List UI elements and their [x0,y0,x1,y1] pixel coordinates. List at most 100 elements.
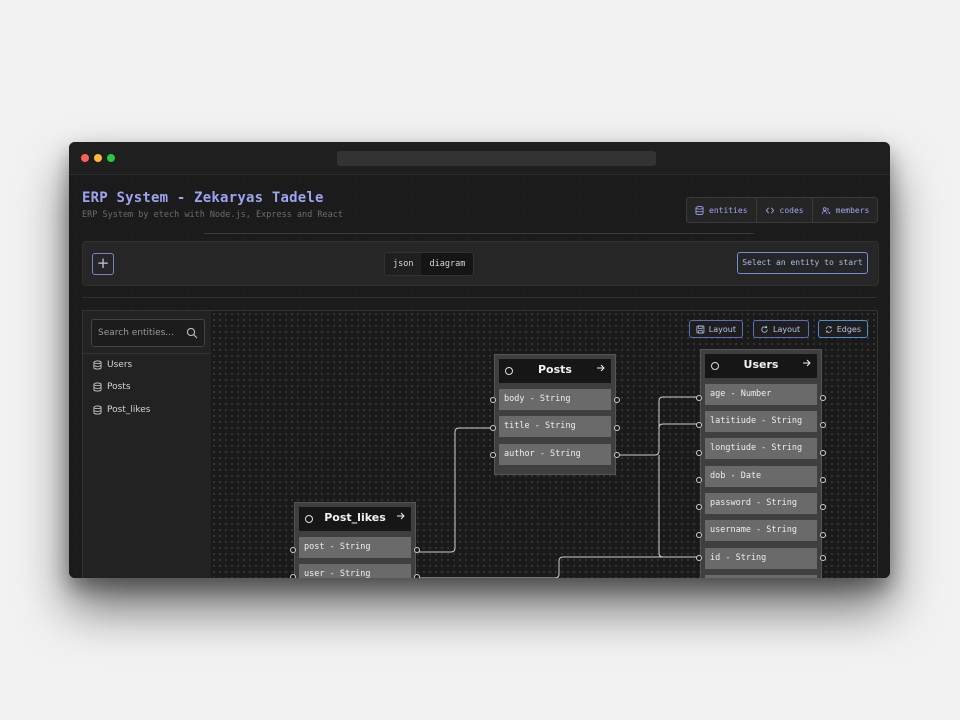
address-bar[interactable] [337,151,656,166]
field-row[interactable]: age - Number [705,384,817,405]
database-icon [695,205,704,215]
sidebar-item-label: Post_likes [107,405,151,415]
search-input[interactable] [98,326,178,340]
app-content: ERP System - Zekaryas Tadele ERP System … [69,175,890,578]
layout-save-button[interactable]: Layout [689,320,743,338]
node-title: Posts [538,363,572,376]
connection-handle[interactable] [820,555,826,561]
edge-posts-author-to-users-latitude [658,455,699,558]
browser-window: ERP System - Zekaryas Tadele ERP System … [69,142,890,578]
minimize-window-button[interactable] [94,154,102,162]
node-header: Posts [499,359,611,383]
code-icon [765,207,774,213]
sync-icon [825,325,832,333]
view-mode-diagram[interactable]: diagram [421,253,474,275]
tab-entities[interactable]: entities [687,198,757,222]
connection-handle[interactable] [290,574,296,578]
connection-handle[interactable] [820,504,826,510]
connection-handle[interactable] [820,450,826,456]
tab-codes-label: codes [779,205,804,215]
page-title: ERP System - Zekaryas Tadele [82,190,324,206]
field-row[interactable]: id - String [705,548,817,569]
field-row[interactable]: user - String [299,564,411,578]
connection-handle[interactable] [696,555,702,561]
members-icon [821,206,830,214]
connection-handle[interactable] [696,477,702,483]
diagram-canvas[interactable]: Layout Layout Edges Posts body - String … [211,310,878,578]
sidebar-item-users[interactable]: Users [93,360,132,370]
edge-posts-author-to-users-id [617,396,699,456]
connection-handle[interactable] [820,532,826,538]
arrow-right-icon[interactable] [596,363,606,373]
edge-post-likes-post-to-posts-title [417,427,493,553]
node-title: Post_likes [324,511,386,524]
connection-handle[interactable] [614,452,620,458]
title-bar [69,142,890,175]
top-tabs: entities codes members [686,197,879,223]
view-mode-toggle: json diagram [384,252,475,276]
connection-handle[interactable] [696,395,702,401]
add-entity-button[interactable]: + [92,253,114,275]
refresh-icon [761,325,768,333]
tab-entities-label: entities [709,205,748,215]
toolbar: + json diagram Select an entity to start [82,241,879,286]
maximize-window-button[interactable] [107,154,115,162]
field-row[interactable]: password - String [705,493,817,514]
edges-label: Edges [836,324,861,334]
layout-reset-button[interactable]: Layout [753,320,809,338]
layout-save-label: Layout [708,324,736,334]
field-row[interactable]: post - String [299,537,411,558]
sidebar-divider [83,353,211,354]
search-box [91,319,205,347]
connection-handle[interactable] [490,452,496,458]
connection-handle[interactable] [696,532,702,538]
connection-handle[interactable] [614,397,620,403]
sidebar-item-label: Posts [107,382,131,392]
connection-handle[interactable] [614,425,620,431]
layout-reset-label: Layout [773,324,801,334]
field-row-partial [705,575,817,578]
connection-handle[interactable] [414,547,420,553]
field-row[interactable]: title - String [499,416,611,437]
connection-handle[interactable] [696,422,702,428]
sidebar-item-post-likes[interactable]: Post_likes [93,405,150,415]
sidebar-item-posts[interactable]: Posts [93,382,131,392]
field-row[interactable]: author - String [499,444,611,465]
search-icon[interactable] [186,327,198,339]
edge-posts-author-to-users-age [658,423,699,451]
connection-handle[interactable] [490,425,496,431]
connection-handle[interactable] [490,397,496,403]
edge-post-likes-user-to-users-id [417,556,699,578]
toolbar-divider [82,297,877,298]
arrow-right-icon[interactable] [802,358,812,368]
connection-handle[interactable] [820,422,826,428]
view-mode-json[interactable]: json [385,253,422,275]
connection-handle[interactable] [820,395,826,401]
tab-members[interactable]: members [813,198,878,222]
connection-handle[interactable] [696,450,702,456]
entity-node-post-likes[interactable]: Post_likes post - String user - String [294,502,416,578]
field-row[interactable]: latitiude - String [705,411,817,432]
connection-handle[interactable] [414,574,420,578]
connection-handle[interactable] [696,504,702,510]
field-row[interactable]: longtiude - String [705,438,817,459]
page-subtitle: ERP System by etech with Node.js, Expres… [82,210,343,220]
tab-codes[interactable]: codes [757,198,813,222]
tab-members-label: members [835,205,870,215]
node-header: Users [705,354,817,378]
entity-node-users[interactable]: Users age - Number latitiude - String lo… [700,349,822,578]
save-icon [696,325,705,333]
node-header: Post_likes [299,507,411,531]
field-row[interactable]: username - String [705,520,817,541]
entity-node-posts[interactable]: Posts body - String title - String autho… [494,354,616,475]
edges-button[interactable]: Edges [818,320,868,338]
connection-handle[interactable] [820,477,826,483]
connection-handle[interactable] [290,547,296,553]
field-row[interactable]: dob - Date [705,466,817,487]
close-window-button[interactable] [81,154,89,162]
entity-sidebar: Users Posts Post_likes [82,310,212,578]
database-icon [93,405,102,415]
select-entity-button[interactable]: Select an entity to start [737,252,868,274]
arrow-right-icon[interactable] [396,511,406,521]
field-row[interactable]: body - String [499,389,611,410]
